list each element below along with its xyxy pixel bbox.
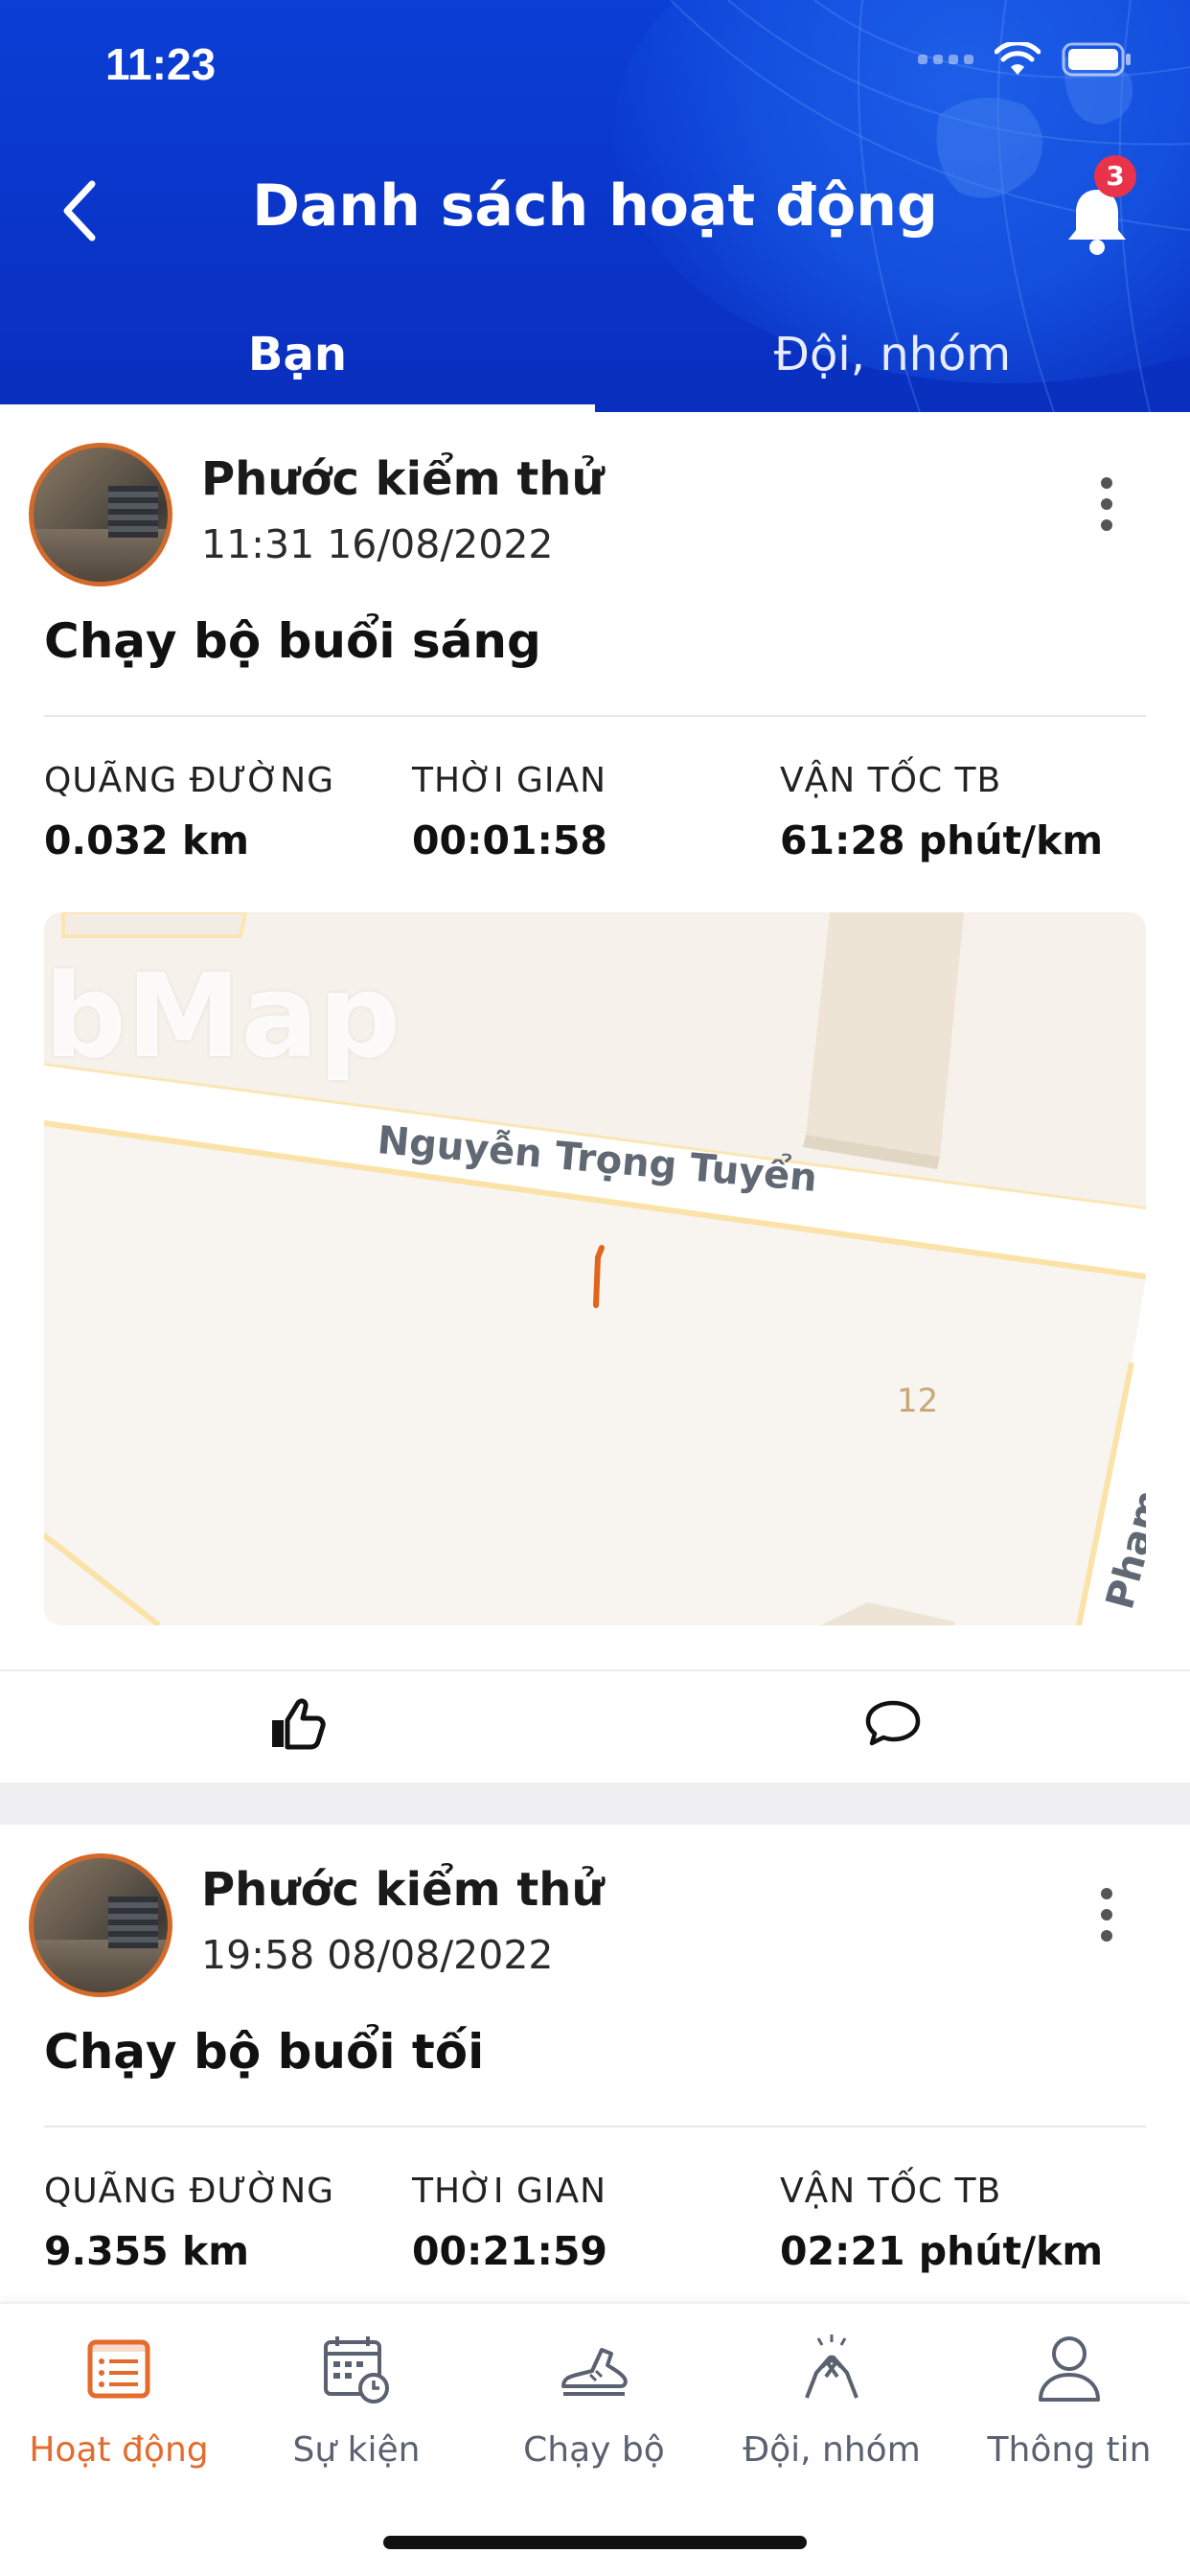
nav-label: Chạy bộ xyxy=(523,2430,665,2470)
nav-hoat-dong[interactable]: Hoạt động xyxy=(0,2331,238,2470)
stat-label: VẬN TỐC TB xyxy=(780,2172,1002,2211)
nav-doi-nhom[interactable]: Đội, nhóm xyxy=(713,2331,950,2470)
thumbs-up-icon xyxy=(271,1698,326,1750)
post-time: 11:31 16/08/2022 xyxy=(201,521,554,567)
avatar[interactable] xyxy=(29,443,172,586)
more-options-icon[interactable] xyxy=(1092,1888,1121,1945)
user-name[interactable]: Phước kiểm thử xyxy=(201,1863,605,1917)
stat-distance: QUÃNG ĐƯỜNG 0.032 km xyxy=(44,761,334,863)
stat-distance: QUÃNG ĐƯỜNG 9.355 km xyxy=(44,2172,334,2274)
battery-icon xyxy=(1062,42,1131,77)
home-indicator[interactable] xyxy=(383,2536,807,2549)
stat-value: 00:21:59 xyxy=(412,2228,607,2274)
card-actions xyxy=(0,1669,1190,1777)
cellular-signal-icon xyxy=(918,55,973,64)
wifi-icon xyxy=(995,42,1041,75)
team-handshake-icon xyxy=(805,2334,858,2399)
stat-value: 02:21 phút/km xyxy=(780,2228,1104,2274)
status-time: 11:23 xyxy=(105,39,217,89)
stat-pace: VẬN TỐC TB 02:21 phút/km xyxy=(780,2172,1103,2274)
map-house-number: 12 xyxy=(897,1382,939,1420)
card-separator xyxy=(0,1782,1190,1825)
user-name[interactable]: Phước kiểm thử xyxy=(201,452,605,506)
stat-value: 9.355 km xyxy=(44,2228,249,2274)
activity-title: Chạy bộ buổi tối xyxy=(44,2024,485,2080)
avatar[interactable] xyxy=(29,1853,172,1997)
comment-button[interactable] xyxy=(595,1671,1190,1777)
user-profile-icon xyxy=(1039,2336,1100,2402)
stat-duration: THỜI GIAN 00:21:59 xyxy=(412,2172,607,2274)
page-title: Danh sách hoạt động xyxy=(252,172,938,240)
stat-duration: THỜI GIAN 00:01:58 xyxy=(412,761,607,863)
running-shoe-icon xyxy=(561,2348,628,2396)
map-logo: bMap xyxy=(44,951,401,1084)
activity-tabs: Bạn Đội, nhóm xyxy=(0,305,1190,412)
nav-label: Đội, nhóm xyxy=(743,2430,921,2470)
status-bar: 11:23 xyxy=(0,0,1190,125)
post-time: 19:58 08/08/2022 xyxy=(201,1932,554,1978)
stat-label: QUÃNG ĐƯỜNG xyxy=(44,761,335,800)
more-options-icon[interactable] xyxy=(1092,477,1121,535)
stat-label: VẬN TỐC TB xyxy=(780,761,1002,800)
comment-bubble-icon xyxy=(865,1700,920,1746)
nav-thong-tin[interactable]: Thông tin xyxy=(950,2331,1188,2470)
stat-label: QUÃNG ĐƯỜNG xyxy=(44,2172,335,2211)
nav-su-kien[interactable]: Sự kiện xyxy=(238,2331,475,2470)
activity-title: Chạy bộ buổi sáng xyxy=(44,613,541,669)
like-button[interactable] xyxy=(0,1671,595,1777)
stat-value: 0.032 km xyxy=(44,817,249,863)
top-bar: Danh sách hoạt động xyxy=(0,144,1190,278)
nav-label: Thông tin xyxy=(987,2430,1152,2470)
status-icons xyxy=(918,42,1133,77)
tab-ban[interactable]: Bạn xyxy=(0,305,595,412)
stat-value: 61:28 phút/km xyxy=(780,817,1104,863)
activity-card: Phước kiểm thử 11:31 16/08/2022 Chạy bộ … xyxy=(0,412,1190,1782)
route-map[interactable]: bMap Nguyễn Trọng Tuyển 12 Phạm Vă xyxy=(44,912,1146,1625)
divider xyxy=(44,2126,1146,2128)
calendar-clock-icon xyxy=(324,2336,389,2404)
stat-label: THỜI GIAN xyxy=(412,761,607,800)
nav-chay-bo[interactable]: Chạy bộ xyxy=(475,2331,713,2470)
activity-card: Phước kiểm thử 19:58 08/08/2022 Chạy bộ … xyxy=(0,1825,1190,2302)
stat-label: THỜI GIAN xyxy=(412,2172,607,2211)
activity-list-icon xyxy=(87,2339,150,2399)
app-header: 11:23 Danh sách hoạt động 3 Bạn Đội, nhó… xyxy=(0,0,1190,412)
nav-label: Hoạt động xyxy=(29,2430,209,2470)
divider xyxy=(44,715,1146,717)
notification-badge: 3 xyxy=(1094,155,1136,197)
stat-pace: VẬN TỐC TB 61:28 phút/km xyxy=(780,761,1103,863)
stat-value: 00:01:58 xyxy=(412,817,607,863)
nav-label: Sự kiện xyxy=(292,2430,421,2470)
tab-doi-nhom[interactable]: Đội, nhóm xyxy=(595,305,1190,412)
